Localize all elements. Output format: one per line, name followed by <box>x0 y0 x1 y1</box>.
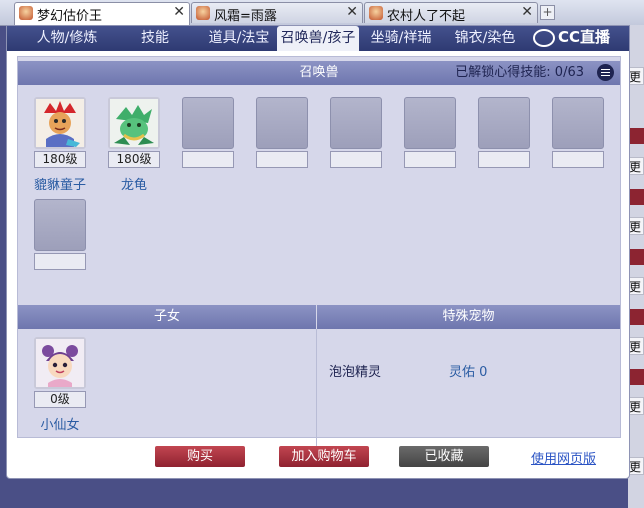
valuation-panel: 人物/修炼 技能 道具/法宝 召唤兽/孩子 坐骑/祥瑞 锦衣/染色 召唤兽 已解… <box>6 25 630 479</box>
background-label: 更 <box>628 277 644 295</box>
pet-slot-1[interactable] <box>34 97 86 149</box>
fairy-girl-portrait-icon <box>36 339 84 387</box>
background-red-marker <box>628 189 644 205</box>
background-label: 更 <box>628 337 644 355</box>
tab-costumes[interactable]: 锦衣/染色 <box>445 26 525 51</box>
tab-character[interactable]: 人物/修炼 <box>21 26 113 51</box>
list-menu-icon[interactable] <box>597 64 614 81</box>
empty-level-box <box>404 151 456 168</box>
summons-header: 召唤兽 已解锁心得技能: 0/63 <box>18 61 620 85</box>
skill-unlock-count: 0/63 <box>554 65 584 80</box>
pet-name[interactable]: 貔貅童子 <box>25 174 95 193</box>
pet-level: 180级 <box>108 151 160 168</box>
browser-tab-bar: 梦幻估价王 ✕ 风霜=雨露 ✕ 农村人了不起 ✕ + <box>0 0 644 26</box>
browser-tab-1[interactable]: 梦幻估价王 ✕ <box>14 2 190 25</box>
skill-unlock-label: 已解锁心得技能: 0/63 <box>455 65 584 80</box>
demon-boy-portrait-icon <box>36 99 84 147</box>
background-page-edge: 更 更 更 更 更 更 更 <box>628 25 644 508</box>
buy-button[interactable]: 购买 <box>155 446 245 467</box>
section-divider <box>316 329 317 461</box>
empty-level-box <box>182 151 234 168</box>
close-tab-icon[interactable]: ✕ <box>521 4 533 20</box>
tab-summons[interactable]: 召唤兽/孩子 <box>277 26 359 51</box>
empty-pet-slot[interactable] <box>478 97 530 149</box>
cc-logo-icon <box>533 28 555 47</box>
character-favicon-icon <box>369 6 383 20</box>
browser-tab-2[interactable]: 风霜=雨露 ✕ <box>191 2 363 24</box>
children-header: 子女 <box>18 305 316 329</box>
browser-tab-3[interactable]: 农村人了不起 ✕ <box>364 2 538 24</box>
empty-pet-slot[interactable] <box>34 199 86 251</box>
background-label: 更 <box>628 457 644 475</box>
use-web-version-link[interactable]: 使用网页版 <box>531 448 596 467</box>
browser-tab-title: 梦幻估价王 <box>37 9 103 24</box>
empty-pet-slot[interactable] <box>330 97 382 149</box>
pet-slot-2[interactable] <box>108 97 160 149</box>
background-label: 更 <box>628 67 644 85</box>
summons-title: 召唤兽 <box>299 65 339 80</box>
child-level: 0级 <box>34 391 86 408</box>
tab-mounts[interactable]: 坐骑/祥瑞 <box>363 26 439 51</box>
tab-skills[interactable]: 技能 <box>119 26 191 51</box>
background-red-marker <box>628 369 644 385</box>
close-tab-icon[interactable]: ✕ <box>173 4 185 20</box>
background-red-marker <box>628 309 644 325</box>
empty-pet-slot[interactable] <box>404 97 456 149</box>
summons-content: 召唤兽 已解锁心得技能: 0/63 180级 貔貅童子 180级 龙龟 子女 特… <box>17 56 621 461</box>
pet-level: 180级 <box>34 151 86 168</box>
favorited-button[interactable]: 已收藏 <box>399 446 489 467</box>
empty-pet-slot[interactable] <box>256 97 308 149</box>
child-slot-1[interactable] <box>34 337 86 389</box>
background-red-marker <box>628 128 644 144</box>
empty-level-box <box>478 151 530 168</box>
special-pet-name: 泡泡精灵 <box>329 365 382 380</box>
special-pet-bless: 灵佑 0 <box>449 365 488 380</box>
background-label: 更 <box>628 397 644 415</box>
empty-level-box <box>552 151 604 168</box>
background-label: 更 <box>628 157 644 175</box>
browser-tab-title: 风霜=雨露 <box>214 9 277 24</box>
empty-level-box <box>34 253 86 270</box>
add-to-cart-button[interactable]: 加入购物车 <box>279 446 369 467</box>
dragon-turtle-portrait-icon <box>110 99 158 147</box>
watermark-text: CC直播 <box>558 28 611 46</box>
browser-tab-title: 农村人了不起 <box>387 9 466 24</box>
child-name[interactable]: 小仙女 <box>25 414 95 433</box>
empty-level-box <box>256 151 308 168</box>
new-tab-button[interactable]: + <box>540 5 555 20</box>
character-favicon-icon <box>196 6 210 20</box>
game-favicon-icon <box>19 6 33 20</box>
background-label: 更 <box>628 217 644 235</box>
empty-level-box <box>330 151 382 168</box>
background-red-marker <box>628 249 644 265</box>
special-pets-header: 特殊宠物 <box>317 305 620 329</box>
close-tab-icon[interactable]: ✕ <box>346 4 358 20</box>
pet-name[interactable]: 龙龟 <box>99 174 169 193</box>
empty-pet-slot[interactable] <box>182 97 234 149</box>
cc-live-watermark: CC直播 <box>533 26 643 48</box>
tab-items[interactable]: 道具/法宝 <box>197 26 281 51</box>
empty-pet-slot[interactable] <box>552 97 604 149</box>
